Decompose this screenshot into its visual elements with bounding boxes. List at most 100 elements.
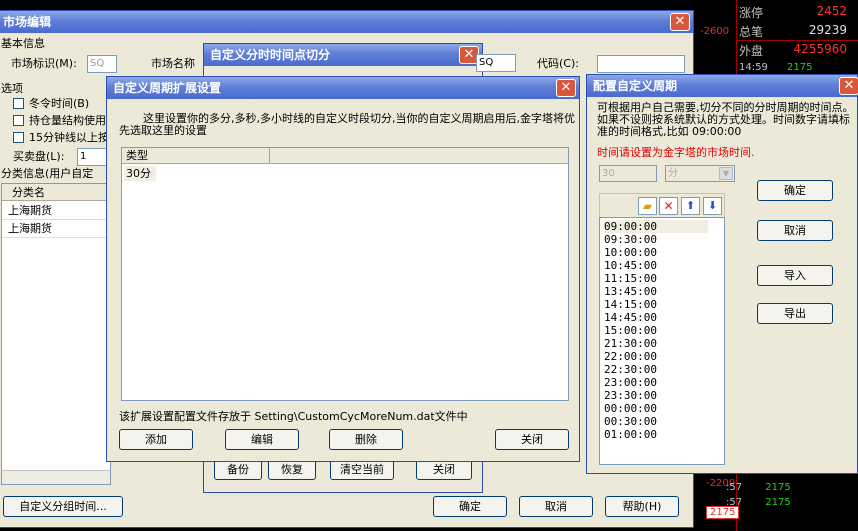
close-icon[interactable]: ✕ [670,13,690,31]
time-list-item[interactable]: 14:45:00 [604,311,708,324]
time-list-item[interactable]: 13:45:00 [604,285,708,298]
footer-note: 该扩展设置配置文件存放于 Setting\CustomCycMoreNum.da… [119,410,468,423]
table-row[interactable]: 上海期货 [2,202,110,220]
position-structure-label: 持仓量结构使用 [29,114,106,127]
time-list-item[interactable]: 09:00:00 [604,220,708,233]
code-label: 代码(C): [537,57,579,70]
import-button[interactable]: 导入 [757,265,833,286]
fifteen-min-label: 15分钟线以上按 [29,131,109,144]
arrow-up-icon[interactable]: ⬆ [681,197,700,215]
close-icon[interactable]: ✕ [839,77,858,95]
table-header-label: 分类名 [12,186,45,199]
time-list-item[interactable]: 15:00:00 [604,324,708,337]
time-toolbar: ▰ ✕ ⬆ ⬇ [599,193,725,219]
time-list-item[interactable]: 01:00:00 [604,428,708,441]
period-unit-value: 分 [668,168,678,179]
total-trades-value: 29239 [808,23,847,37]
time-split-title: 自定义分时时间点切分 [210,48,331,62]
time-list-item[interactable]: 14:15:00 [604,298,708,311]
time-list-item[interactable]: 00:00:00 [604,402,708,415]
table-header[interactable]: 分类名 [2,184,110,201]
outer-volume-row: 外盘 4255960 [739,42,857,59]
config-warning: 时间请设置为金字塔的市场时间. [597,146,755,159]
table-row[interactable]: 上海期货 [2,220,110,238]
time-list-item[interactable]: 10:45:00 [604,259,708,272]
list-header-label: 类型 [126,149,148,162]
delete-x-icon[interactable]: ✕ [659,197,678,215]
limit-up-value: 2452 [816,4,847,18]
cancel-button[interactable]: 取消 [519,496,593,517]
time-list-item[interactable]: 21:30:00 [604,337,708,350]
time-list-item[interactable]: 09:30:00 [604,233,708,246]
market-edit-titlebar[interactable]: 市场编辑 [0,11,693,33]
market-id-label: 市场标识(M): [11,57,77,70]
time-list-item[interactable]: 22:30:00 [604,363,708,376]
time-list[interactable]: 09:00:00 09:30:00 10:00:00 10:45:00 11:15:00… [599,217,725,465]
list-item[interactable]: 30分 [124,166,156,181]
restore-button[interactable]: 恢复 [268,459,316,480]
bottom-tick-time: :57 [726,482,743,493]
config-ok-button[interactable]: 确定 [757,180,833,201]
bottom-tick-price: 2175 [765,497,791,508]
panel-hline [736,40,858,41]
type-list[interactable]: 类型 30分 [121,147,569,401]
table-row-label: 上海期货 [8,222,52,235]
period-value-field[interactable]: 30 [599,165,657,182]
category-table: 分类名 上海期货 上海期货 [1,183,111,485]
options-label: 选项 [1,82,23,95]
total-trades-label: 总笔 [739,25,764,39]
export-button[interactable]: 导出 [757,303,833,324]
time-split-titlebar[interactable]: 自定义分时时间点切分 [204,44,482,66]
time-list-item[interactable]: 23:00:00 [604,376,708,389]
price-arrow-value: 2175 [710,507,736,518]
folder-icon[interactable]: ▰ [638,197,657,215]
custom-group-time-button[interactable]: 自定义分组时间... [3,496,123,517]
split-close-button[interactable]: 关闭 [416,459,472,480]
config-cancel-button[interactable]: 取消 [757,220,833,241]
winter-time-label: 冬令时间(B) [29,97,90,110]
horizontal-scrollbar[interactable] [2,470,110,484]
clear-current-button[interactable]: 清空当前 [330,459,394,480]
market-edit-title: 市场编辑 [3,15,52,29]
list-header-filler [270,148,568,164]
buy-sell-label: 买卖盘(L): [13,150,65,163]
price-arrow-marker: 2175 [706,506,740,519]
position-structure-checkbox[interactable] [13,115,24,126]
total-trades-row: 总笔 29239 [739,23,857,40]
market-field[interactable]: SQ [476,54,516,72]
ok-button[interactable]: 确定 [433,496,507,517]
configure-period-titlebar[interactable]: 配置自定义周期 [587,75,857,97]
price-scale-label: -2600 [700,26,730,37]
winter-time-checkbox[interactable] [13,98,24,109]
limit-up-label: 涨停 [739,6,764,20]
backup-button[interactable]: 备份 [214,459,262,480]
outer-volume-value: 4255960 [793,42,847,56]
arrow-down-icon[interactable]: ⬇ [703,197,722,215]
extension-close-button[interactable]: 关闭 [495,429,569,450]
table-row-label: 上海期货 [8,204,52,217]
period-unit-select[interactable]: 分 ▼ [665,165,735,182]
fifteen-min-checkbox[interactable] [13,132,24,143]
outer-volume-label: 外盘 [739,44,764,58]
category-info-label: 分类信息(用户自定 [1,167,94,180]
time-list-item[interactable]: 00:30:00 [604,415,708,428]
list-header[interactable]: 类型 [122,148,270,164]
config-description: 可根据用户自己需要,切分不同的分时周期的时间点。如果不设则按系统默认的方式处理。… [597,101,854,138]
time-list-item[interactable]: 23:30:00 [604,389,708,402]
chevron-down-icon[interactable]: ▼ [719,167,733,180]
delete-button[interactable]: 删除 [329,429,403,450]
market-name-label: 市场名称 [151,57,195,70]
time-list-item[interactable]: 11:15:00 [604,272,708,285]
time-list-item[interactable]: 22:00:00 [604,350,708,363]
edit-button[interactable]: 编辑 [225,429,299,450]
buy-sell-field[interactable]: 1 [77,148,107,166]
cycle-extension-titlebar[interactable]: 自定义周期扩展设置 [107,77,579,99]
help-button[interactable]: 帮助(H) [605,496,679,517]
bottom-tick-row: :57 2175 [726,482,791,493]
market-id-field[interactable]: SQ [87,55,117,73]
add-button[interactable]: 添加 [119,429,193,450]
code-field[interactable] [597,55,685,73]
time-list-item[interactable]: 10:00:00 [604,246,708,259]
cycle-extension-title: 自定义周期扩展设置 [113,81,222,95]
close-icon[interactable]: ✕ [556,79,576,97]
